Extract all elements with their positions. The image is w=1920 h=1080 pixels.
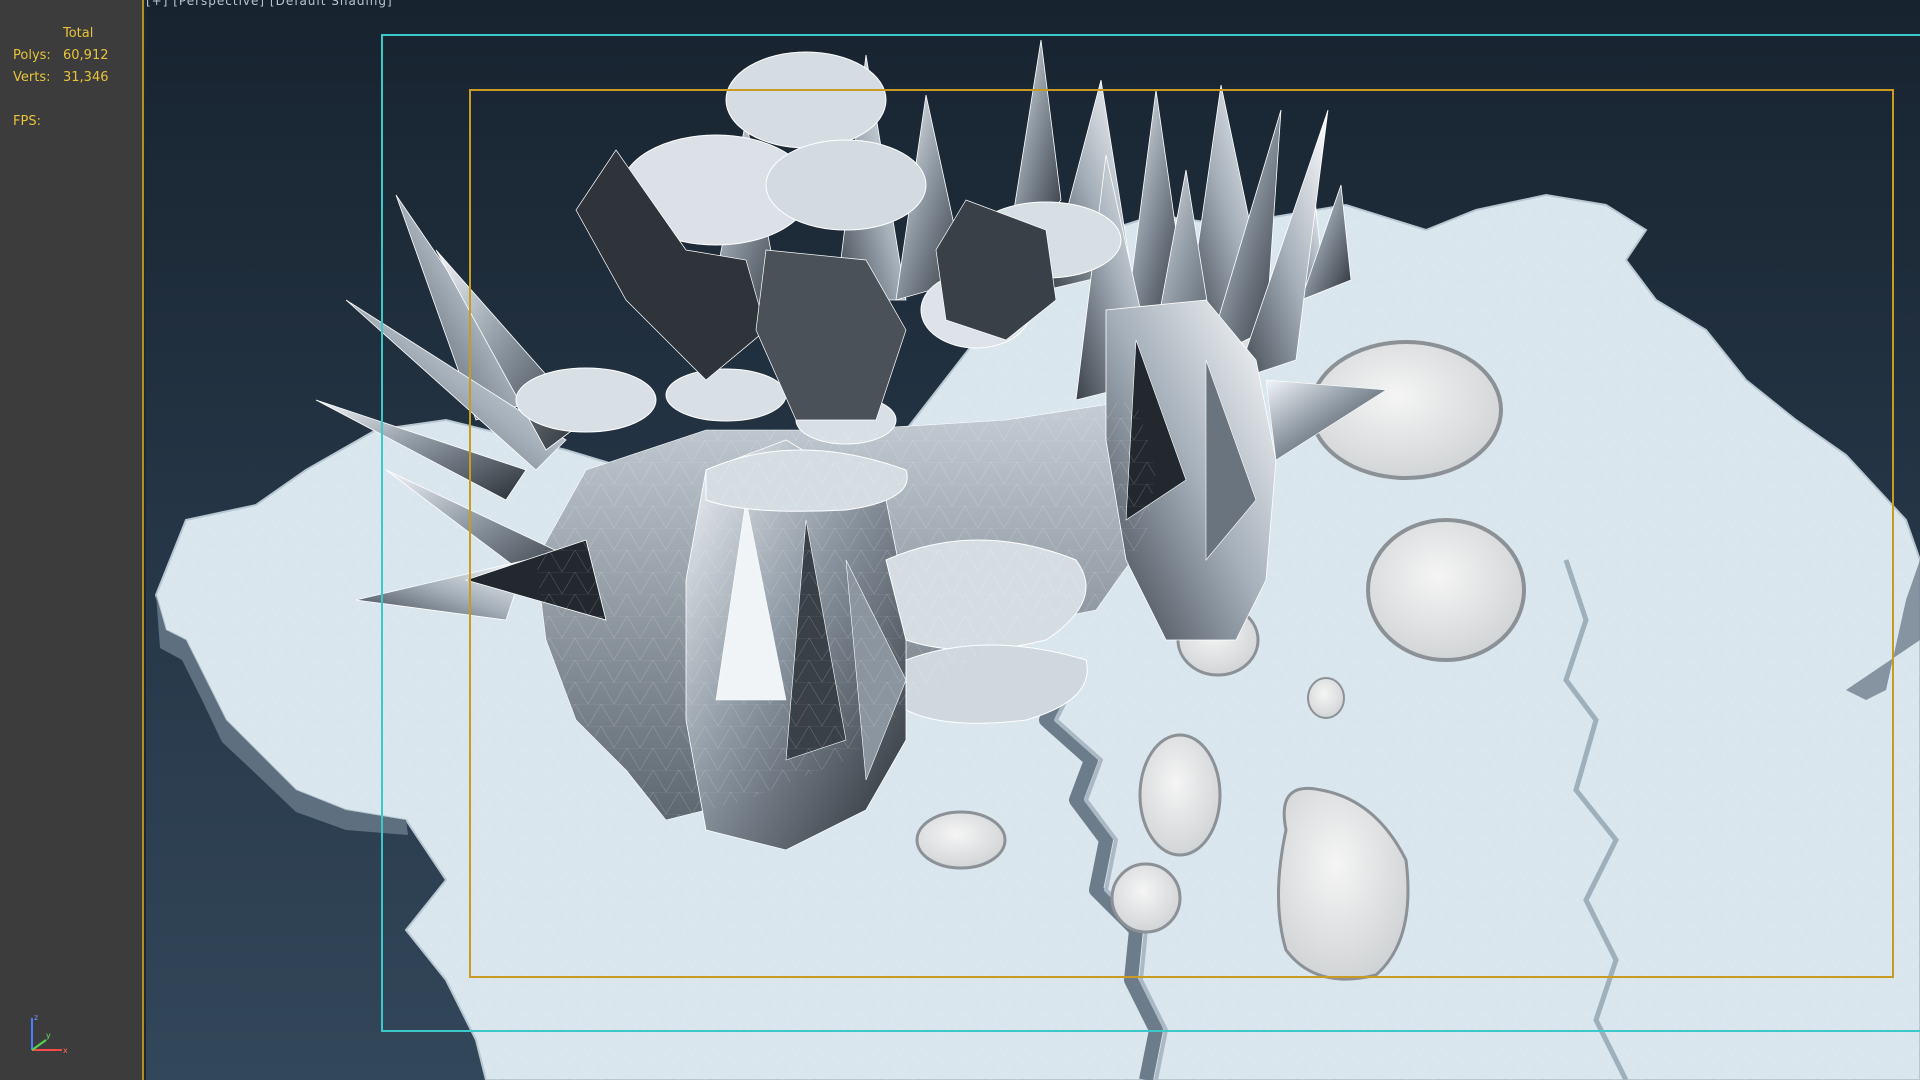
perspective-viewport[interactable]: [+] [Perspective] [Default Shading]	[146, 0, 1920, 1080]
axis-x-label: x	[63, 1046, 68, 1055]
verts-value: 31,346	[63, 70, 109, 85]
polys-value: 60,912	[63, 48, 109, 63]
axis-z-label: z	[34, 1013, 38, 1022]
viewport-label-menu[interactable]: [+] [Perspective] [Default Shading]	[146, 0, 393, 8]
polys-row: Polys: 60,912	[13, 48, 109, 63]
axis-y-label: y	[46, 1031, 51, 1040]
verts-label: Verts:	[13, 70, 51, 85]
fps-label: FPS:	[13, 114, 41, 129]
safe-frame-title	[469, 89, 1894, 978]
fps-row: FPS:	[13, 114, 63, 129]
statistics-panel: Total Polys: 60,912 Verts: 31,346 FPS:	[0, 0, 144, 1080]
polys-label: Polys:	[13, 48, 51, 63]
max-window: Total Polys: 60,912 Verts: 31,346 FPS: [+]…	[0, 0, 1920, 1080]
stats-total-header: Total	[63, 26, 94, 41]
axis-tripod-icon: z x y	[31, 1013, 68, 1055]
verts-row: Verts: 31,346	[13, 70, 109, 85]
